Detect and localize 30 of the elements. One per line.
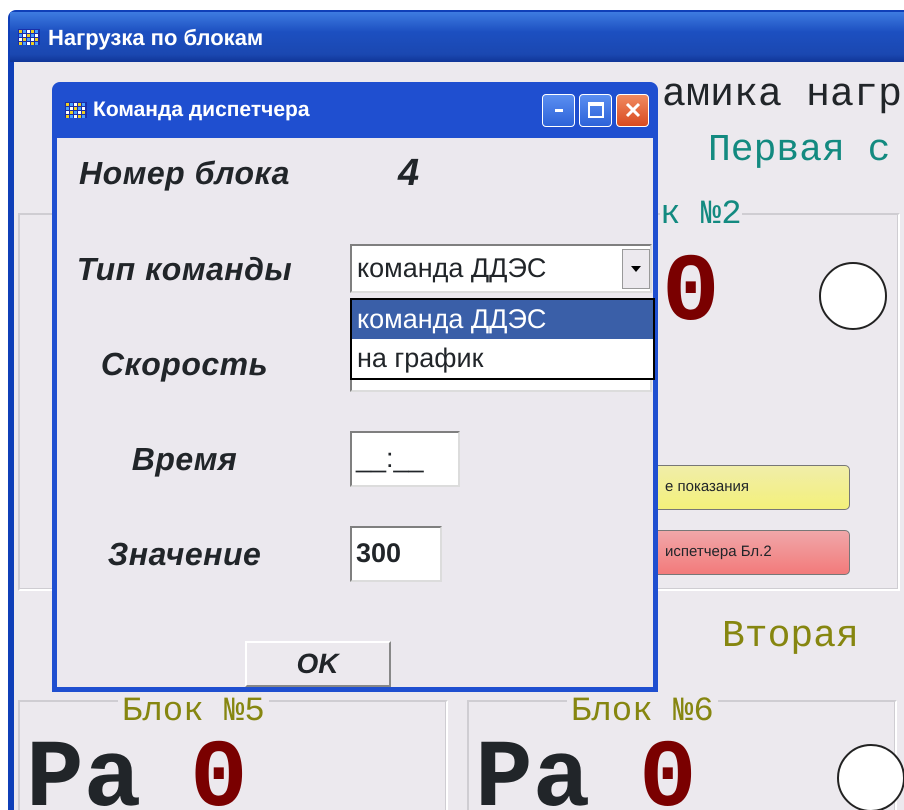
heading-text: амика нагр xyxy=(662,76,902,116)
field-label: Значение xyxy=(106,534,262,574)
block-number: 4 xyxy=(398,152,420,194)
close-button[interactable] xyxy=(616,94,649,126)
minimize-icon xyxy=(554,108,562,112)
dropdown-option[interactable]: команда ДДЭС xyxy=(352,300,653,339)
maximize-button[interactable] xyxy=(579,94,612,126)
field-label: Время xyxy=(130,440,238,479)
field-label: Номер блока xyxy=(78,154,291,193)
app-icon xyxy=(65,100,87,120)
reading-label: Pa xyxy=(26,732,142,810)
reading-value: 0 xyxy=(190,732,248,810)
window-title: Нагрузка по блокам xyxy=(48,24,264,52)
section-title: Первая с xyxy=(708,132,890,170)
input-field[interactable]: __:__ xyxy=(350,430,460,486)
input-field[interactable]: 300 xyxy=(350,526,442,582)
dialog-title: Команда диспетчера xyxy=(93,97,311,124)
reading-label: Pa xyxy=(475,732,590,810)
section-title: Вторая xyxy=(722,618,859,656)
field-label: Тип команды xyxy=(76,250,294,288)
dropdown-option[interactable]: на график xyxy=(352,339,653,378)
reading-value: 0 xyxy=(639,732,697,810)
command-type-dropdown[interactable]: команда ДДЭС xyxy=(350,244,652,293)
field-label: Скорость xyxy=(100,344,270,384)
reading-value: 0 xyxy=(662,246,720,342)
close-icon xyxy=(624,101,642,119)
minimize-button[interactable] xyxy=(542,94,575,126)
maximize-icon xyxy=(586,101,604,119)
ok-button[interactable]: OK xyxy=(244,641,390,687)
app-icon xyxy=(18,27,40,47)
